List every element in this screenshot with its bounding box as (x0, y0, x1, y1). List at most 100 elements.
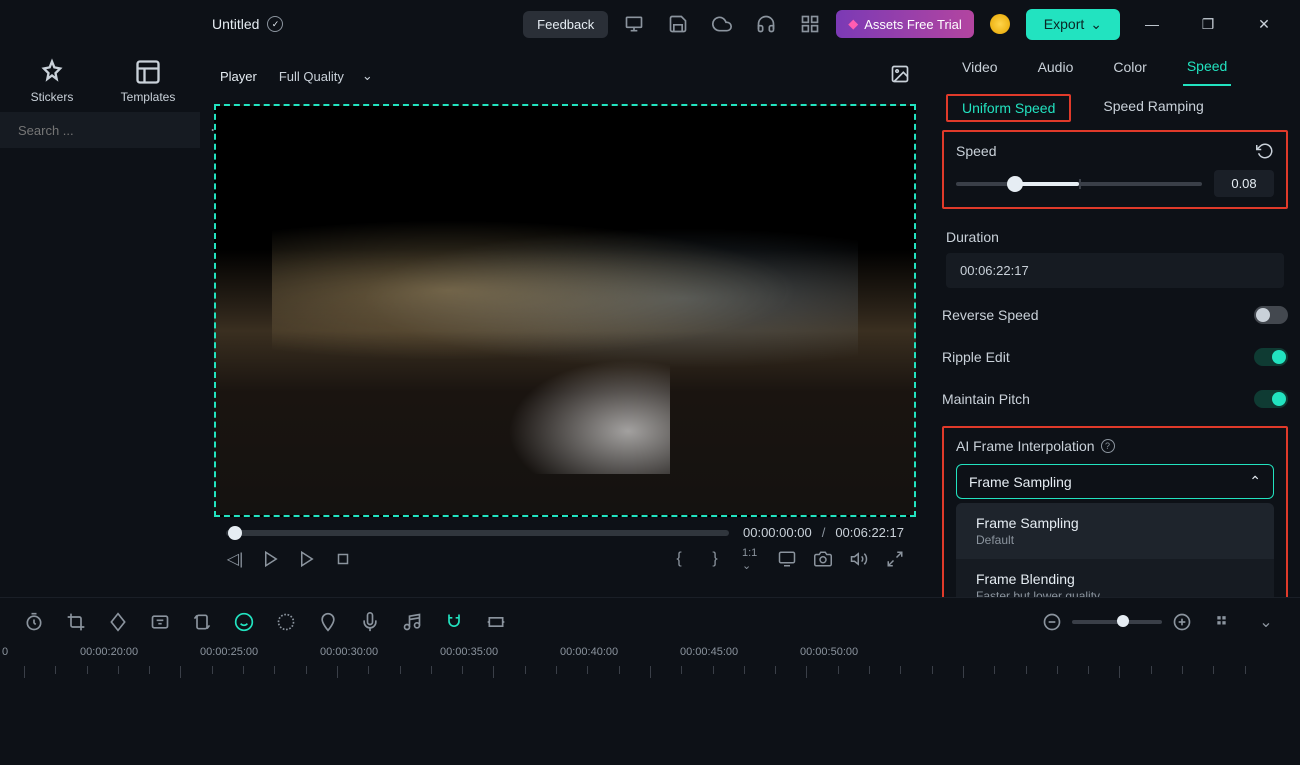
timeline-panel: ⌄ 0 00:00:20:00 00:00:25:00 00:00:30:00 … (0, 597, 1300, 765)
project-title-group: Untitled ✓ (212, 16, 283, 32)
preview-canvas[interactable] (214, 104, 916, 517)
track-view-icon[interactable] (1214, 612, 1234, 632)
reverse-speed-label: Reverse Speed (942, 307, 1039, 323)
reset-icon[interactable] (1256, 142, 1274, 160)
ai-interpolation-select[interactable]: Frame Sampling ⌃ (956, 464, 1274, 499)
crop-icon[interactable] (66, 612, 86, 632)
option-frame-sampling[interactable]: Frame Sampling Default (956, 503, 1274, 559)
mark-in-icon[interactable]: { (670, 550, 688, 568)
coin-icon[interactable] (990, 14, 1010, 34)
option-sub: Default (976, 533, 1254, 547)
scrub-track[interactable] (226, 530, 729, 536)
next-icon[interactable] (298, 550, 316, 568)
chevron-down-icon[interactable]: ⌄ (1256, 612, 1276, 632)
camera-icon[interactable] (814, 550, 832, 568)
diamond-icon: ◆ (848, 16, 858, 32)
current-time: 00:00:00:00 (743, 525, 812, 540)
ripple-edit-toggle[interactable] (1254, 348, 1288, 366)
reverse-speed-toggle[interactable] (1254, 306, 1288, 324)
subtab-uniform-speed[interactable]: Uniform Speed (946, 94, 1071, 122)
quality-value: Full Quality (279, 69, 344, 84)
chevron-up-icon: ⌃ (1249, 473, 1261, 490)
scrub-handle[interactable] (228, 526, 242, 540)
grid-icon[interactable] (800, 14, 820, 34)
ratio-icon[interactable]: 1:1 ⌄ (742, 550, 760, 568)
magnet-icon[interactable] (444, 612, 464, 632)
ruler-tick: 00:00:45:00 (680, 646, 738, 658)
mic-icon[interactable] (360, 612, 380, 632)
stickers-tab[interactable]: Stickers (8, 58, 96, 104)
templates-label: Templates (121, 90, 176, 104)
option-title: Frame Sampling (976, 515, 1254, 531)
time-display: 00:00:00:00 / 00:06:22:17 (743, 525, 904, 540)
quality-select[interactable]: Full Quality ⌄ (269, 62, 383, 90)
preview-panel: Player Full Quality ⌄ 00:00:00:00 / 00:0… (200, 48, 930, 597)
tab-video[interactable]: Video (958, 49, 1002, 85)
tab-speed[interactable]: Speed (1183, 48, 1231, 86)
minimize-button[interactable]: — (1142, 14, 1162, 34)
color-wheel-icon[interactable] (276, 612, 296, 632)
option-title: Frame Blending (976, 571, 1254, 587)
asset-sidebar: Stickers Templates ⋯ (0, 48, 200, 597)
save-icon[interactable] (668, 14, 688, 34)
face-icon[interactable] (234, 612, 254, 632)
audio-track-icon[interactable] (402, 612, 422, 632)
keyframe-icon[interactable] (108, 612, 128, 632)
titlebar: Untitled ✓ Feedback ◆ Assets Free Trial … (0, 0, 1300, 48)
speed-slider[interactable] (956, 182, 1202, 186)
feedback-button[interactable]: Feedback (523, 11, 608, 38)
export-label: Export (1044, 16, 1084, 32)
display-icon[interactable] (778, 550, 796, 568)
zoom-out-icon[interactable] (1042, 612, 1062, 632)
chevron-down-icon: ⌄ (362, 68, 373, 84)
timeline-ruler[interactable]: 0 00:00:20:00 00:00:25:00 00:00:30:00 00… (0, 646, 1300, 682)
zoom-in-icon[interactable] (1172, 612, 1192, 632)
subtab-speed-ramping[interactable]: Speed Ramping (1095, 94, 1211, 122)
snapshot-icon[interactable] (890, 64, 910, 89)
play-controls: 00:00:00:00 / 00:06:22:17 ◁| { } 1:1 ⌄ (208, 517, 922, 597)
speed-value[interactable]: 0.08 (1214, 170, 1274, 197)
stop-icon[interactable] (334, 550, 352, 568)
tab-audio[interactable]: Audio (1034, 49, 1078, 85)
ai-selected-value: Frame Sampling (969, 474, 1072, 490)
cloud-icon[interactable] (712, 14, 732, 34)
ruler-tick: 00:00:30:00 (320, 646, 378, 658)
zoom-handle[interactable] (1117, 615, 1129, 627)
resize-icon[interactable] (486, 612, 506, 632)
prev-frame-icon[interactable]: ◁| (226, 550, 244, 568)
monitor-icon[interactable] (624, 14, 644, 34)
volume-icon[interactable] (850, 550, 868, 568)
close-button[interactable]: ✕ (1254, 14, 1274, 34)
speed-highlight-box: Speed 0.08 (942, 130, 1288, 209)
search-input[interactable] (18, 123, 194, 138)
mark-out-icon[interactable]: } (706, 550, 724, 568)
info-icon[interactable]: ? (1101, 439, 1115, 453)
player-label: Player (220, 69, 257, 84)
properties-panel: Video Audio Color Speed Uniform Speed Sp… (930, 48, 1300, 597)
maintain-pitch-toggle[interactable] (1254, 390, 1288, 408)
maximize-button[interactable]: ❐ (1198, 14, 1218, 34)
assets-trial-button[interactable]: ◆ Assets Free Trial (836, 10, 974, 38)
ai-interpolation-label: AI Frame Interpolation (956, 438, 1095, 454)
zoom-slider[interactable] (1072, 620, 1162, 624)
total-time: 00:06:22:17 (835, 525, 904, 540)
tab-color[interactable]: Color (1109, 49, 1150, 85)
templates-tab[interactable]: Templates (104, 58, 192, 104)
play-icon[interactable] (262, 550, 280, 568)
headphones-icon[interactable] (756, 14, 776, 34)
chevron-down-icon: ⌄ (1090, 16, 1102, 33)
text-frame-icon[interactable] (150, 612, 170, 632)
marker-icon[interactable] (318, 612, 338, 632)
ruler-tick: 0 (2, 646, 8, 658)
speed-label: Speed (956, 143, 996, 159)
stickers-label: Stickers (31, 90, 74, 104)
ruler-tick: 00:00:25:00 (200, 646, 258, 658)
export-button[interactable]: Export ⌄ (1026, 9, 1120, 40)
speed-slider-handle[interactable] (1007, 176, 1023, 192)
fullscreen-icon[interactable] (886, 550, 904, 568)
saved-check-icon: ✓ (267, 16, 283, 32)
ruler-tick: 00:00:20:00 (80, 646, 138, 658)
duration-value[interactable]: 00:06:22:17 (946, 253, 1284, 288)
rotate-icon[interactable] (192, 612, 212, 632)
timer-icon[interactable] (24, 612, 44, 632)
